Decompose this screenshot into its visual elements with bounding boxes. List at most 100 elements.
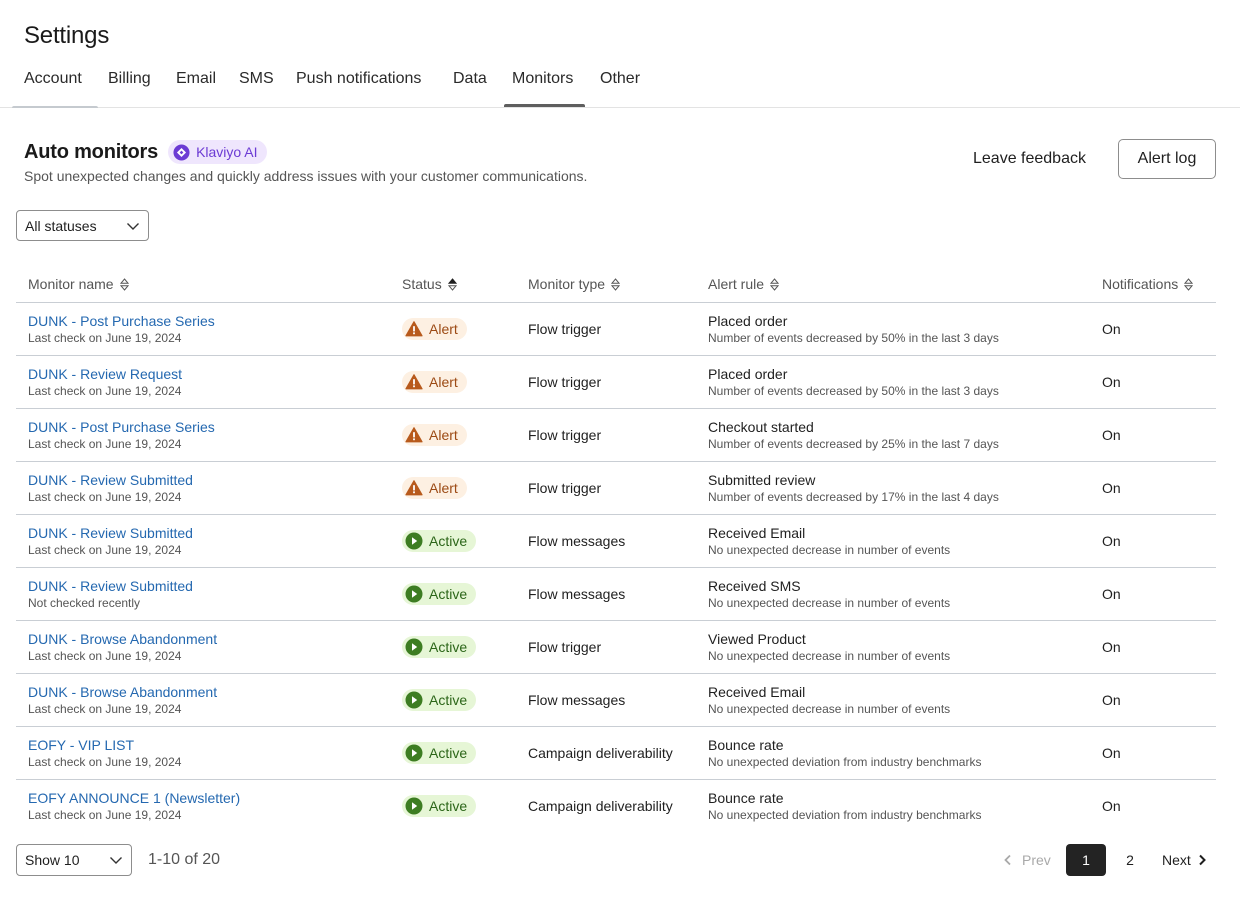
table-row: DUNK - Review Submitted Last check on Jun…	[16, 515, 1216, 568]
alert-log-button[interactable]: Alert log	[1118, 139, 1216, 179]
tab-push-notifications[interactable]: Push notifications	[296, 70, 421, 88]
monitor-name-link[interactable]: DUNK - Browse Abandonment	[28, 631, 217, 648]
monitor-name-link[interactable]: DUNK - Browse Abandonment	[28, 684, 217, 701]
status-cell: Active	[402, 583, 477, 608]
monitor-type-cell: Flow trigger	[528, 480, 602, 496]
alert-rule-metric: Received Email	[708, 525, 806, 541]
status-label: Alert	[429, 427, 458, 443]
status-badge: Active	[402, 636, 477, 658]
status-badge: Alert	[402, 318, 467, 340]
warning-triangle-icon	[405, 374, 423, 390]
last-check-text: Last check on June 19, 2024	[28, 543, 182, 557]
pagination-range: 1-10 of 20	[148, 851, 221, 868]
notifications-cell: On	[1102, 533, 1121, 549]
last-check-text: Not checked recently	[28, 596, 141, 610]
monitor-name-link[interactable]: EOFY - VIP LIST	[28, 737, 181, 754]
column-header-status[interactable]: Status	[402, 276, 457, 292]
alert-rule-metric: Received SMS	[708, 578, 801, 594]
alert-rule-description: No unexpected deviation from industry be…	[708, 808, 982, 822]
status-label: Active	[429, 586, 468, 602]
tab-data[interactable]: Data	[453, 70, 487, 88]
alert-rule-metric: Bounce rate	[708, 790, 784, 806]
status-cell: Active	[402, 689, 477, 714]
tab-billing[interactable]: Billing	[108, 70, 151, 88]
page-1-button[interactable]: 1	[1066, 844, 1106, 876]
monitor-name-link[interactable]: DUNK - Review Submitted	[28, 578, 193, 595]
column-header-monitor-name[interactable]: Monitor name	[28, 276, 129, 292]
alert-rule-description: Number of events decreased by 17% in the…	[708, 490, 999, 504]
alert-rule-description: No unexpected decrease in number of even…	[708, 649, 951, 663]
monitor-name-link[interactable]: EOFY ANNOUNCE 1 (Newsletter)	[28, 790, 240, 807]
last-check-text: Last check on June 19, 2024	[28, 437, 182, 451]
section-header: Auto monitors Klaviyo AI	[24, 140, 267, 164]
monitor-type-cell: Campaign deliverability	[528, 798, 673, 814]
monitor-name-link[interactable]: DUNK - Review Request	[28, 366, 182, 383]
sort-ascending-icon	[447, 277, 457, 291]
leave-feedback-button[interactable]: Leave feedback	[973, 150, 1086, 168]
tab-sms[interactable]: SMS	[239, 70, 274, 88]
warning-triangle-icon	[405, 321, 423, 337]
last-check-text: Last check on June 19, 2024	[28, 384, 182, 398]
tab-account[interactable]: Account	[24, 70, 82, 88]
status-cell: Alert	[402, 424, 467, 449]
monitor-name-link[interactable]: DUNK - Review Submitted	[28, 525, 193, 542]
alert-rule-description: No unexpected deviation from industry be…	[708, 755, 982, 769]
status-cell: Alert	[402, 477, 467, 502]
alert-rule-description: Number of events decreased by 25% in the…	[708, 437, 999, 451]
column-header-monitor-type[interactable]: Monitor type	[528, 276, 621, 292]
sparkle-diamond-icon	[173, 143, 190, 161]
monitor-name-cell: DUNK - Review Submitted Last check on Jun…	[28, 525, 193, 558]
status-cell: Alert	[402, 371, 467, 396]
monitor-name-cell: DUNK - Review Submitted Not checked recen…	[28, 578, 193, 611]
status-cell: Active	[402, 530, 477, 555]
monitor-name-cell: DUNK - Post Purchase Series Last check on…	[28, 419, 215, 452]
alert-rule-cell: Bounce rate No unexpected deviation from …	[708, 790, 981, 823]
status-badge: Active	[402, 583, 477, 605]
status-label: Active	[429, 639, 468, 655]
alert-rule-metric: Placed order	[708, 313, 788, 329]
table-row: DUNK - Post Purchase Series Last check on…	[16, 303, 1216, 356]
next-page-button[interactable]: Next	[1162, 844, 1208, 876]
section-title: Auto monitors	[24, 140, 159, 163]
notifications-cell: On	[1102, 692, 1121, 708]
monitor-type-cell: Flow messages	[528, 586, 626, 602]
monitor-name-cell: EOFY ANNOUNCE 1 (Newsletter) Last check o…	[28, 790, 240, 823]
table-header: Monitor name Status Monitor type Alert r…	[16, 265, 1216, 303]
sort-icon	[119, 277, 129, 291]
prev-page-button[interactable]: Prev	[1002, 844, 1051, 876]
monitor-type-cell: Flow trigger	[528, 321, 602, 337]
notifications-cell: On	[1102, 586, 1121, 602]
notifications-cell: On	[1102, 745, 1121, 761]
status-badge: Active	[402, 795, 477, 817]
monitor-name-link[interactable]: DUNK - Post Purchase Series	[28, 419, 215, 436]
page-2-button[interactable]: 2	[1110, 844, 1150, 876]
table-row: DUNK - Review Request Last check on June …	[16, 356, 1216, 409]
notifications-cell: On	[1102, 480, 1121, 496]
tab-monitors[interactable]: Monitors	[512, 70, 573, 88]
status-filter-select[interactable]: All statuses	[16, 210, 149, 241]
status-badge: Active	[402, 742, 477, 764]
play-circle-icon	[405, 691, 423, 709]
column-header-notifications[interactable]: Notifications	[1102, 276, 1194, 292]
tab-email[interactable]: Email	[176, 70, 216, 88]
alert-rule-description: Number of events decreased by 50% in the…	[708, 384, 999, 398]
table-body: DUNK - Post Purchase Series Last check on…	[16, 303, 1216, 833]
chevron-left-icon	[1004, 854, 1011, 866]
chevron-right-icon	[1199, 854, 1206, 866]
column-header-alert-rule[interactable]: Alert rule	[708, 276, 780, 292]
notifications-cell: On	[1102, 798, 1121, 814]
notifications-cell: On	[1102, 321, 1121, 337]
settings-tabs: Account Billing Email SMS Push notificat…	[0, 68, 1240, 108]
status-label: Alert	[429, 480, 458, 496]
monitor-type-cell: Flow messages	[528, 692, 626, 708]
alert-rule-cell: Placed order Number of events decreased b…	[708, 313, 999, 346]
play-circle-icon	[405, 797, 423, 815]
monitor-type-cell: Flow trigger	[528, 427, 602, 443]
page-size-select[interactable]: Show 10	[16, 844, 132, 876]
monitor-name-link[interactable]: DUNK - Post Purchase Series	[28, 313, 215, 330]
sort-icon	[611, 277, 621, 291]
status-cell: Active	[402, 636, 477, 661]
monitor-name-link[interactable]: DUNK - Review Submitted	[28, 472, 193, 489]
klaviyo-ai-label: Klaviyo AI	[196, 144, 258, 160]
tab-other[interactable]: Other	[600, 70, 640, 88]
